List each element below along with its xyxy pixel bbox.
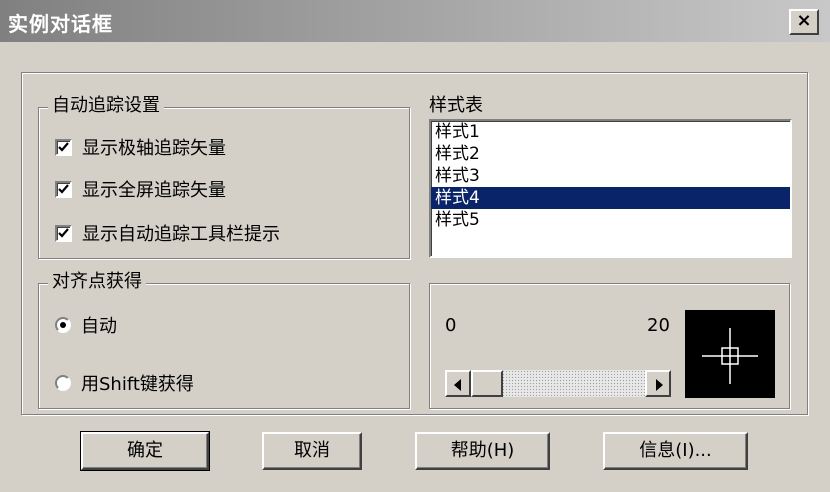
list-item-selected[interactable]: 样式4 [431,187,790,209]
list-item[interactable]: 样式5 [431,209,790,231]
checkbox-label: 显示全屏追踪矢量 [82,180,226,201]
window-title: 实例对话框 [8,12,113,36]
close-button[interactable]: × [789,9,819,35]
arrow-left-icon [454,379,461,391]
slider-max-label: 20 [647,315,670,336]
title-bar[interactable] [0,0,830,42]
radio-button[interactable] [55,317,71,333]
slider-min-label: 0 [445,315,457,336]
close-icon: × [796,10,812,31]
scroll-right-button[interactable] [645,370,671,397]
checkbox-box[interactable] [55,180,72,198]
check-mark-icon [58,141,69,152]
radio-button[interactable] [55,375,71,391]
list-item[interactable]: 样式3 [431,165,790,187]
checkbox-fullscreen-tracking[interactable]: 显示全屏追踪矢量 [55,176,226,202]
radio-shift-key[interactable]: 用Shift键获得 [55,370,194,396]
style-table-label: 样式表 [429,95,483,117]
tracking-settings-legend: 自动追踪设置 [48,95,164,117]
check-mark-icon [58,183,69,194]
help-button[interactable]: 帮助(H) [415,432,550,470]
checkbox-polar-tracking[interactable]: 显示极轴追踪矢量 [55,134,226,160]
radio-label: 用Shift键获得 [81,374,194,395]
arrow-right-icon [656,379,663,391]
crosshair-icon [702,328,758,384]
style-table-listbox[interactable]: 样式1 样式2 样式3 样式4 样式5 [429,119,792,258]
checkbox-tracking-tooltip[interactable]: 显示自动追踪工具栏提示 [55,220,280,246]
aperture-size-scrollbar[interactable] [445,370,671,397]
info-button[interactable]: 信息(I)... [603,432,748,470]
radio-dot-icon [60,322,66,328]
cancel-button[interactable]: 取消 [262,432,362,470]
checkbox-label: 显示极轴追踪矢量 [82,138,226,159]
cursor-preview-box [685,310,775,398]
radio-label: 自动 [81,316,117,337]
scroll-thumb[interactable] [471,370,503,397]
check-mark-icon [58,227,69,238]
list-item[interactable]: 样式1 [431,121,790,143]
checkbox-box[interactable] [55,138,72,156]
checkbox-box[interactable] [55,224,72,242]
snap-acquisition-legend: 对齐点获得 [48,271,146,293]
list-item[interactable]: 样式2 [431,143,790,165]
checkbox-label: 显示自动追踪工具栏提示 [82,224,280,245]
scroll-left-button[interactable] [445,370,471,397]
ok-button[interactable]: 确定 [80,431,210,471]
radio-auto[interactable]: 自动 [55,312,117,338]
